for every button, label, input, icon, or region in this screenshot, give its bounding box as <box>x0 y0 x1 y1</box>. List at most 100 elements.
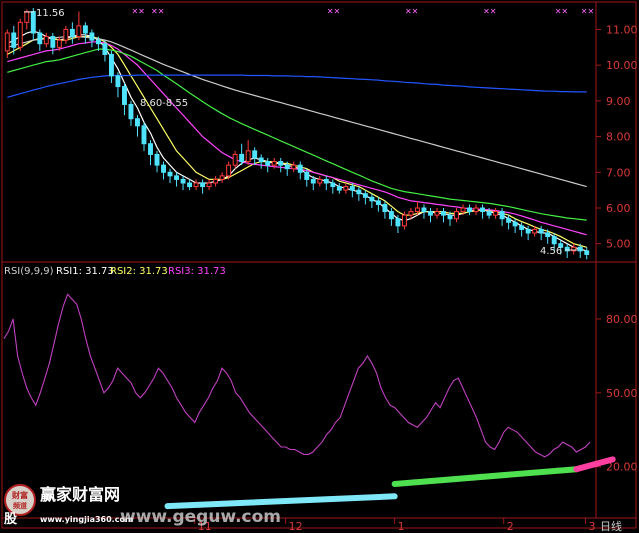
candle-body <box>63 28 69 41</box>
candlesticks <box>4 8 590 260</box>
candlestick <box>102 40 108 62</box>
candlestick <box>291 161 297 173</box>
candle-body <box>395 218 401 227</box>
candle-body <box>141 125 147 145</box>
candle-body <box>369 196 375 202</box>
candle-body <box>343 186 349 191</box>
candle-body <box>323 178 329 184</box>
price-tick-label: 10.00 <box>606 59 638 72</box>
candle-body <box>349 186 355 191</box>
candlestick <box>493 208 499 219</box>
rsi-legend: RSI(9,9,9) RSI1: 31.73 RSI2: 31.73 RSI3:… <box>4 266 226 277</box>
candlestick <box>167 168 173 183</box>
price-tick-label: 11.00 <box>606 23 638 36</box>
candle-body <box>95 39 101 45</box>
candle-body <box>330 182 336 188</box>
rsi1-value: RSI1: 31.73 <box>56 266 114 277</box>
time-tick-label: 2 <box>507 520 514 533</box>
candle-body <box>362 193 368 198</box>
candle-body <box>278 161 284 166</box>
candle-body <box>297 164 303 173</box>
candle-body <box>310 178 316 184</box>
candle-body <box>454 211 459 220</box>
candle-body <box>415 207 420 213</box>
chart-canvas: 11.0010.009.008.007.006.005.00 ✕✕ ✕✕ ✕✕ ✕✕ ✕… <box>1 1 638 533</box>
candle-body <box>82 25 88 34</box>
candle-body <box>115 75 121 88</box>
candle-body <box>43 36 49 45</box>
candlestick <box>187 179 193 191</box>
candle-body <box>193 182 199 188</box>
candlestick <box>336 183 342 194</box>
candlestick <box>265 158 271 173</box>
candle-body <box>336 186 342 191</box>
candlestick <box>375 197 381 212</box>
candlestick <box>525 225 531 241</box>
candle-body <box>265 161 271 166</box>
signal-marker: ✕✕ <box>555 7 568 16</box>
candlestick <box>180 175 186 191</box>
signal-marker: ✕✕ <box>151 7 164 16</box>
candle-body <box>493 211 499 216</box>
candlestick <box>108 50 114 83</box>
candlestick <box>297 161 303 180</box>
candle-body <box>167 171 173 177</box>
candle-body <box>421 207 427 213</box>
rsi-trend-segments <box>164 456 616 510</box>
candle-body <box>525 228 531 234</box>
site-watermark: www.geguw.com <box>120 507 281 527</box>
candle-body <box>441 211 446 216</box>
candlestick <box>122 83 127 116</box>
candle-body <box>102 43 108 55</box>
candle-body <box>200 182 206 188</box>
candle-body <box>206 182 212 188</box>
candle-body <box>577 246 583 252</box>
candle-body <box>538 228 544 234</box>
rsi-y-axis: 80.0050.0020.00 <box>596 313 638 474</box>
high-price-label: 11.56 <box>36 8 65 19</box>
candle-body <box>148 143 153 155</box>
candle-body <box>480 207 486 213</box>
candle-body <box>447 214 453 220</box>
candle-body <box>408 211 414 216</box>
candlestick <box>473 204 479 216</box>
candle-body <box>317 178 323 184</box>
rsi-tick-label: 50.00 <box>606 387 638 400</box>
watermark-brand: 赢家财富网 <box>40 485 120 504</box>
candle-body <box>30 11 36 34</box>
candle-body <box>428 211 433 216</box>
candle-body <box>232 153 238 166</box>
candle-body <box>89 32 95 41</box>
signal-marker: ✕✕ <box>483 7 496 16</box>
candlestick <box>356 186 362 201</box>
candle-body <box>532 228 538 234</box>
rsi2-value: RSI2: 31.73 <box>110 266 168 277</box>
candlestick <box>343 183 349 194</box>
candle-body <box>460 207 466 213</box>
price-range-note: 8.60-8.55 <box>140 98 188 109</box>
candlestick <box>82 22 88 44</box>
candlestick <box>63 25 69 44</box>
candlestick <box>206 179 212 191</box>
candlestick <box>200 179 206 194</box>
candlestick <box>499 208 505 226</box>
rsi-line <box>3 293 591 458</box>
candlestick <box>519 222 525 237</box>
candle-body <box>213 178 219 184</box>
time-tick-label: 3 <box>588 520 595 533</box>
candle-body <box>219 175 225 180</box>
rsi-series <box>3 293 591 458</box>
moving-average-line <box>7 74 587 98</box>
candle-body <box>128 103 134 120</box>
candle-body <box>239 153 245 163</box>
candlestick <box>213 175 219 187</box>
rsi-indicator-name: RSI(9,9,9) <box>4 266 54 277</box>
watermark-badge-bottom: 频道 <box>13 501 27 510</box>
candlestick <box>330 179 336 194</box>
candlestick <box>141 122 147 151</box>
candlestick <box>69 22 75 44</box>
candlestick <box>37 29 43 51</box>
candlestick <box>571 243 577 255</box>
candle-body <box>401 214 407 227</box>
moving-average-line <box>7 48 587 221</box>
